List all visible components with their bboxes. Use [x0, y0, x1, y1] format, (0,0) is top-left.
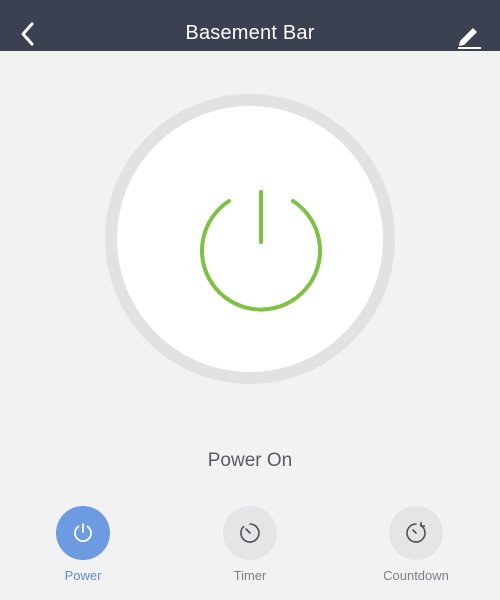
- countdown-icon: [406, 521, 426, 543]
- timer-action-label: Timer: [233, 568, 267, 583]
- edit-button[interactable]: [455, 22, 483, 50]
- power-status-text: Power On: [207, 450, 293, 471]
- timer-action-button[interactable]: [223, 506, 277, 560]
- power-action-label: Power: [64, 568, 102, 583]
- top-bar: Basement Bar: [0, 0, 500, 51]
- timer-action[interactable]: Timer: [195, 506, 305, 583]
- power-toggle-button[interactable]: [117, 106, 383, 372]
- pencil-icon: [458, 28, 481, 49]
- countdown-action[interactable]: Countdown: [361, 506, 471, 583]
- power-action-button[interactable]: [56, 506, 110, 560]
- power-icon: [74, 523, 92, 543]
- power-icon: [200, 190, 322, 312]
- clock-icon: [240, 523, 260, 543]
- page-title: Basement Bar: [185, 22, 315, 44]
- countdown-action-button[interactable]: [389, 506, 443, 560]
- power-toggle-ring: [105, 94, 395, 384]
- countdown-action-label: Countdown: [383, 568, 449, 583]
- power-action[interactable]: Power: [28, 506, 138, 583]
